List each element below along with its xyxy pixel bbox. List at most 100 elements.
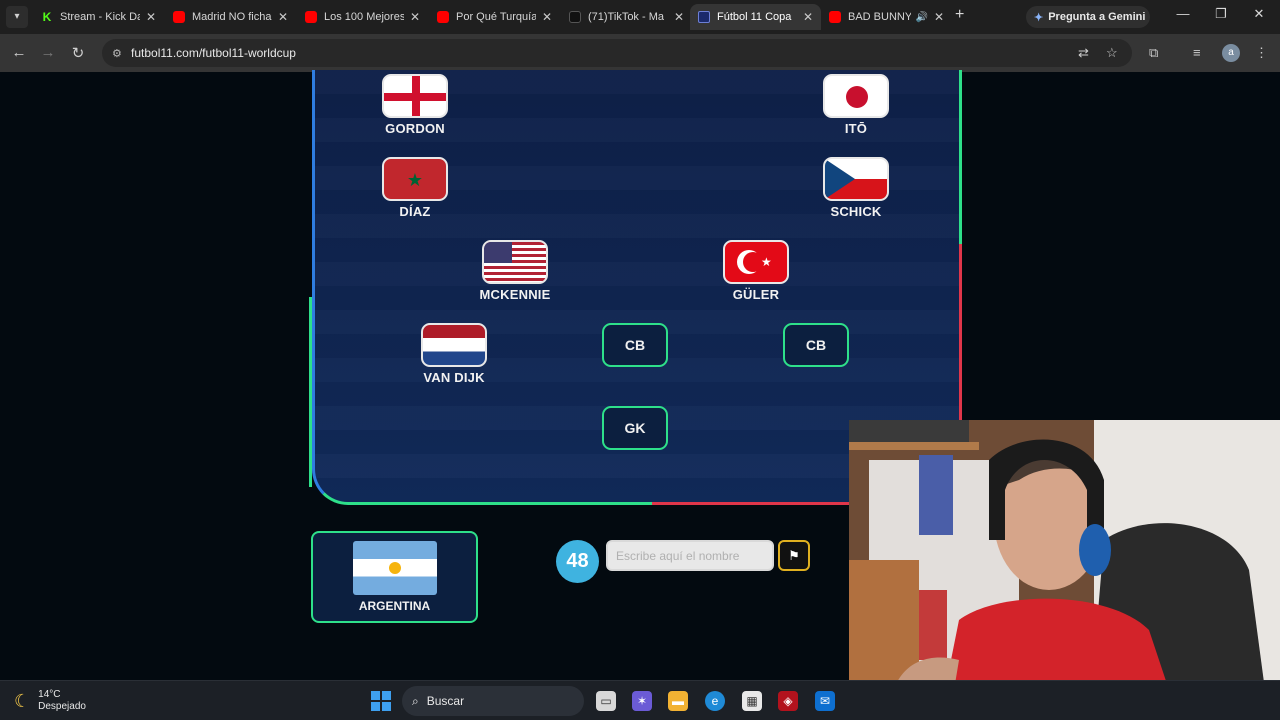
player-card-diaz[interactable]: ★ DÍAZ [370, 157, 460, 219]
moon-icon: ☾ [14, 690, 31, 711]
store-icon[interactable]: ▦ [742, 691, 762, 711]
futbol11-icon [698, 11, 710, 23]
shield-icon[interactable]: ◈ [778, 691, 798, 711]
tab-futbol11[interactable]: Fútbol 11 Copa ✕ [690, 4, 821, 30]
england-flag-icon [382, 74, 448, 118]
forward-button[interactable]: → [38, 44, 58, 61]
youtube-icon [173, 11, 185, 23]
file-explorer-icon[interactable]: ▬ [668, 691, 688, 711]
empty-slot-cb[interactable]: CB [783, 323, 849, 367]
player-card-ito[interactable]: ITŌ [811, 74, 901, 136]
edge-icon[interactable]: e [705, 691, 725, 711]
player-name-input[interactable] [606, 540, 774, 571]
player-name: SCHICK [830, 204, 882, 219]
outlook-icon[interactable]: ✉ [815, 691, 835, 711]
tab-youtube-madrid[interactable]: Madrid NO ficha ✕ [165, 4, 296, 30]
taskbar-search[interactable]: ⌕ Buscar [402, 686, 584, 716]
tab-title: Fútbol 11 Copa [717, 11, 792, 23]
restore-button[interactable]: ❐ [1206, 6, 1236, 22]
tab-kick[interactable]: K Stream - Kick Da ✕ [33, 4, 164, 30]
menu-kebab-icon[interactable]: ⋮ [1255, 45, 1268, 61]
current-team-card: ARGENTINA [311, 531, 478, 623]
close-icon[interactable]: ✕ [146, 10, 156, 24]
player-name: GÜLER [732, 287, 780, 302]
webcam-overlay [849, 420, 1280, 720]
player-card-schick[interactable]: SCHICK [811, 157, 901, 219]
start-button[interactable] [371, 691, 391, 711]
player-name: DÍAZ [399, 204, 431, 219]
player-card-van-dijk[interactable]: VAN DIJK [409, 323, 499, 385]
pitch-border-accent [652, 502, 852, 505]
taskbar: ☾ 14°C Despejado ⌕ Buscar ▭ ✶ ▬ e ▦ ◈ ✉ [0, 680, 1280, 720]
pitch-border-accent [959, 244, 962, 424]
player-name: GORDON [385, 121, 445, 136]
player-card-gordon[interactable]: GORDON [370, 74, 460, 136]
player-name: VAN DIJK [423, 370, 485, 385]
czechia-flag-icon [823, 157, 889, 201]
flag-icon: ⚑ [788, 547, 800, 563]
tiktok-icon [569, 11, 581, 23]
netherlands-flag-icon [421, 323, 487, 367]
speaker-icon[interactable]: 🔊 [915, 12, 927, 23]
gemini-button[interactable]: ✦ Pregunta a Gemini [1026, 6, 1150, 28]
tab-title: (71)TikTok - Ma [588, 11, 664, 23]
tab-title: Por Qué Turquía [456, 11, 536, 23]
profile-avatar[interactable]: a [1222, 44, 1240, 62]
close-icon[interactable]: ✕ [278, 10, 288, 24]
tab-title: Stream - Kick Da [60, 11, 140, 23]
tab-youtube-mejores[interactable]: Los 100 Mejores ✕ [297, 4, 428, 30]
close-icon[interactable]: ✕ [542, 10, 552, 24]
tab-youtube-turquia[interactable]: Por Qué Turquía ✕ [429, 4, 560, 30]
morocco-flag-icon: ★ [382, 157, 448, 201]
youtube-icon [305, 11, 317, 23]
close-icon[interactable]: ✕ [803, 10, 813, 24]
minimize-button[interactable]: — [1168, 6, 1198, 21]
youtube-icon [829, 11, 841, 23]
tab-title: Madrid NO ficha [192, 11, 272, 23]
youtube-icon [437, 11, 449, 23]
tab-title: BAD BUNNY [848, 11, 912, 23]
translate-icon[interactable]: ⇄ [1078, 45, 1089, 61]
new-tab-button[interactable]: + [955, 6, 964, 24]
close-icon[interactable]: ✕ [934, 10, 944, 24]
search-icon: ⌕ [412, 693, 419, 708]
gemini-sparkle-icon: ✦ [1034, 11, 1044, 24]
empty-slot-gk[interactable]: GK [602, 406, 668, 450]
turkey-flag-icon: ★ [723, 240, 789, 284]
remaining-counter: 48 [556, 540, 599, 583]
close-icon[interactable]: ✕ [410, 10, 420, 24]
tab-search-chevron-icon[interactable]: ▾ [6, 6, 28, 28]
reload-button[interactable]: ↻ [68, 44, 88, 62]
give-up-flag-button[interactable]: ⚑ [778, 540, 810, 571]
extensions-icon[interactable]: ⧉ [1149, 45, 1158, 61]
temperature-text: 14°C [38, 689, 61, 700]
kick-icon: K [41, 10, 53, 24]
url-text[interactable]: futbol11.com/futbol11-worldcup [131, 46, 296, 60]
bookmark-star-icon[interactable]: ☆ [1106, 45, 1118, 61]
tab-strip: ▾ K Stream - Kick Da ✕ Madrid NO ficha ✕… [0, 0, 1280, 34]
pitch-border-accent [309, 297, 312, 487]
site-info-icon[interactable]: ⚙ [112, 47, 126, 60]
address-bar[interactable]: ⚙ futbol11.com/futbol11-worldcup ⇄ ☆ [102, 39, 1132, 67]
search-label: Buscar [426, 694, 465, 708]
player-card-mckennie[interactable]: MCKENNIE [470, 240, 560, 302]
usa-flag-icon [482, 240, 548, 284]
task-view-icon[interactable]: ▭ [596, 691, 616, 711]
argentina-flag-icon [352, 541, 437, 595]
team-name: ARGENTINA [358, 599, 431, 613]
player-card-guler[interactable]: ★ GÜLER [711, 240, 801, 302]
japan-flag-icon [823, 74, 889, 118]
player-name: MCKENNIE [479, 287, 551, 302]
empty-slot-cb[interactable]: CB [602, 323, 668, 367]
window-close-button[interactable]: ✕ [1244, 6, 1274, 22]
media-controls-icon[interactable]: ≡ [1193, 45, 1201, 60]
tab-youtube-badbunny[interactable]: BAD BUNNY 🔊 ✕ [821, 4, 952, 30]
back-button[interactable]: ← [9, 44, 29, 61]
weather-widget[interactable]: ☾ 14°C Despejado [14, 689, 86, 713]
gemini-label: Pregunta a Gemini [1048, 11, 1146, 23]
tab-tiktok[interactable]: (71)TikTok - Ma ✕ [561, 4, 692, 30]
tab-title: Los 100 Mejores [324, 11, 404, 23]
close-icon[interactable]: ✕ [674, 10, 684, 24]
player-name: ITŌ [844, 121, 868, 136]
copilot-icon[interactable]: ✶ [632, 691, 652, 711]
